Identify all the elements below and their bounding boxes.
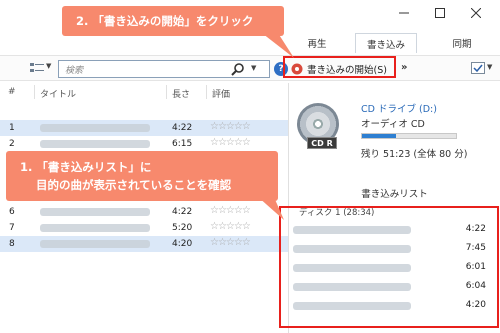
search-chevron-down-icon[interactable]: ▼ [251,64,256,72]
view-options-chevron-down-icon[interactable]: ▼ [46,62,51,70]
remaining-time: 残り 51:23 (全体 80 分) [361,149,468,160]
column-header-title[interactable]: タイトル [40,87,76,100]
table-row[interactable]: 8 4:20 ☆☆☆☆☆ [0,236,288,252]
track-length: 6:15 [172,139,193,149]
cd-r-label: CD R [307,137,337,149]
table-row[interactable]: 1 4:22 ☆☆☆☆☆ [0,120,288,136]
track-title-blurred [40,208,150,216]
disc-capacity-bar [361,133,457,139]
callout-step-2: 2. 「書き込みの開始」をクリック [62,6,284,36]
track-number: 8 [9,239,15,249]
tab-sync[interactable]: 同期 [429,33,495,53]
rating-stars[interactable]: ☆☆☆☆☆ [210,137,251,148]
track-number: 1 [9,123,15,133]
track-title-blurred [40,124,150,132]
table-row[interactable]: 2 6:15 ☆☆☆☆☆ [0,136,288,152]
track-length: 4:22 [172,207,193,217]
column-header-length[interactable]: 長さ [172,87,190,100]
track-title-blurred [40,140,150,148]
callout-step-2-text: 2. 「書き込みの開始」をクリック [76,14,254,28]
search-box[interactable]: 検索 ▼ [58,60,270,78]
column-divider [206,85,207,99]
callout-step-1: 1. 「書き込みリスト」に 目的の曲が表示されていることを確認 [6,151,278,201]
rating-stars[interactable]: ☆☆☆☆☆ [210,121,251,132]
track-number: 6 [9,207,15,217]
column-divider [166,85,167,99]
burn-options-icon[interactable] [471,62,485,74]
tab-burn[interactable]: 書き込み [355,33,417,53]
track-number: 7 [9,223,15,233]
burn-list-highlight-box [279,206,499,328]
column-header-number[interactable]: # [8,87,16,97]
callout-step-1-line-1: 1. 「書き込みリスト」に [20,160,152,174]
more-chevron-icon[interactable]: » [401,62,407,73]
column-divider [34,85,35,99]
track-title-blurred [40,224,150,232]
library-toolbar: ▼ 検索 ▼ ? [0,55,289,81]
track-length: 5:20 [172,223,193,233]
view-options-icon[interactable] [30,62,44,74]
track-number: 2 [9,139,15,149]
callout-step-1-line-2: 目的の曲が表示されていることを確認 [36,178,232,192]
track-title-blurred [40,240,150,248]
burn-list-title: 書き込みリスト [361,189,428,200]
search-icon[interactable] [231,63,245,76]
rating-stars[interactable]: ☆☆☆☆☆ [210,237,251,248]
drive-name-link[interactable]: CD ドライブ (D:) [361,101,437,115]
close-icon[interactable] [458,0,494,26]
column-header-rating[interactable]: 評価 [212,87,230,100]
disc-type: オーディオ CD [361,119,425,130]
disc-capacity-fill [362,134,396,138]
search-input[interactable]: 検索 [65,63,83,76]
track-length: 4:22 [172,123,193,133]
maximize-icon[interactable] [422,0,458,26]
tab-bar: 再生 書き込み 同期 [289,33,500,53]
track-length: 4:20 [172,239,193,249]
burn-options-chevron-down-icon[interactable]: ▼ [487,63,492,71]
minimize-icon[interactable] [386,0,422,26]
